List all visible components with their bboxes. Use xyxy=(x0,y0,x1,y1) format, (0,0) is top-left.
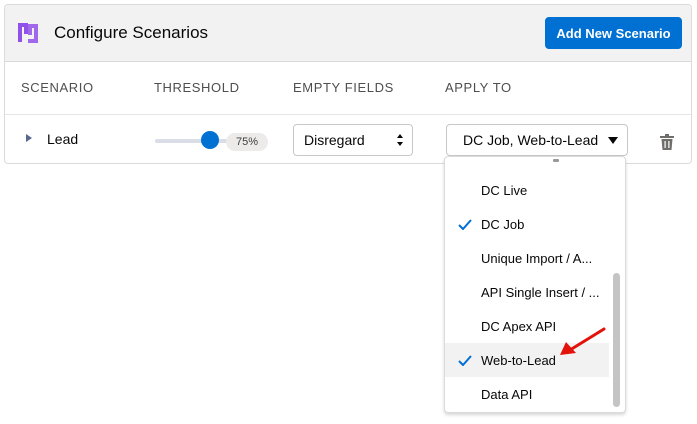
option-label: DC Apex API xyxy=(481,318,557,334)
empty-fields-value: Disregard xyxy=(304,132,365,148)
column-header-empty-fields: EMPTY FIELDS xyxy=(293,80,394,95)
dropdown-scrollbar[interactable] xyxy=(613,273,620,407)
column-header-scenario: SCENARIO xyxy=(21,80,94,95)
empty-fields-select[interactable]: Disregard xyxy=(293,124,413,156)
column-header-apply-to: APPLY TO xyxy=(445,80,512,95)
trash-icon[interactable] xyxy=(660,134,674,150)
apply-to-combobox[interactable]: DC Job, Web-to-Lead xyxy=(446,124,628,156)
row-divider xyxy=(5,114,691,115)
dropdown-option-data-api[interactable]: Data API xyxy=(445,377,609,411)
option-label: DC Job xyxy=(481,216,525,232)
scenario-name: Lead xyxy=(47,131,79,147)
annotation-arrow xyxy=(560,327,606,355)
dropdown-option-dc-job[interactable]: DC Job xyxy=(445,207,609,241)
option-label: Data API xyxy=(481,386,533,402)
chevron-right-icon[interactable] xyxy=(25,133,33,143)
dropdown-option-api-single-insert[interactable]: API Single Insert / ... xyxy=(445,275,609,309)
logo-icon xyxy=(18,23,38,43)
card-header: Configure Scenarios Add New Scenario xyxy=(5,5,691,62)
dropdown-option-dc-live[interactable]: DC Live xyxy=(445,173,609,207)
check-icon xyxy=(458,355,472,366)
option-label: DC Live xyxy=(481,182,528,198)
apply-to-dropdown-list[interactable]: DC Live DC Job Unique Import / A... API … xyxy=(444,156,626,413)
threshold-slider-thumb[interactable] xyxy=(201,131,219,149)
option-label: Web-to-Lead xyxy=(481,352,556,368)
threshold-value-badge: 75% xyxy=(226,133,268,151)
threshold-slider-track[interactable] xyxy=(155,139,233,143)
clipped-item-edge xyxy=(553,159,559,162)
column-header-threshold: THRESHOLD xyxy=(154,80,240,95)
updown-icon xyxy=(397,134,403,146)
check-icon xyxy=(458,219,472,230)
option-label: API Single Insert / ... xyxy=(481,284,600,300)
caret-down-icon xyxy=(608,137,618,144)
page-title: Configure Scenarios xyxy=(54,23,209,42)
option-label: Unique Import / A... xyxy=(481,250,593,266)
scenarios-card: Configure Scenarios Add New Scenario SCE… xyxy=(4,4,692,164)
apply-to-value: DC Job, Web-to-Lead xyxy=(463,132,599,148)
dropdown-option-unique-import[interactable]: Unique Import / A... xyxy=(445,241,609,275)
add-new-scenario-button[interactable]: Add New Scenario xyxy=(545,17,682,49)
